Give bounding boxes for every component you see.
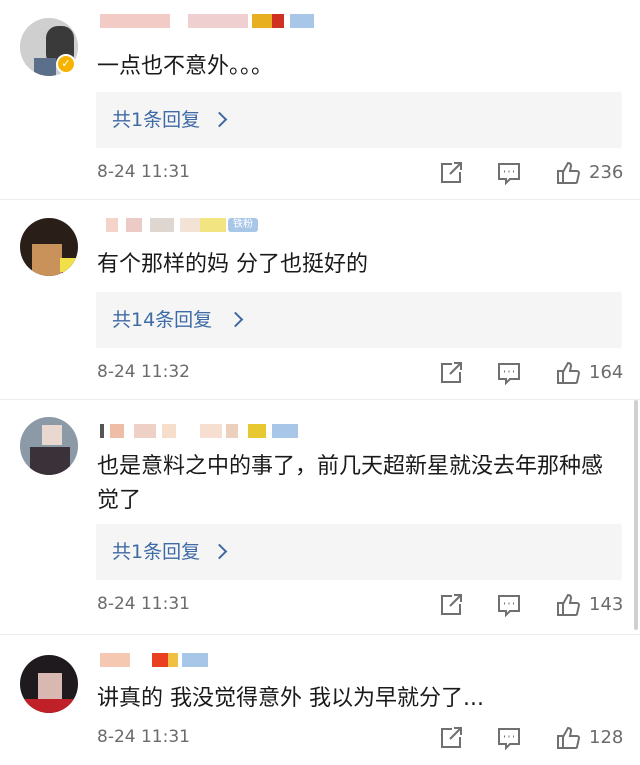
comment-text: 一点也不意外。。。	[97, 54, 274, 79]
comment-icon[interactable]	[496, 160, 522, 186]
username-mosaic[interactable]: 铁粉	[100, 218, 300, 242]
verified-badge-icon: ✓	[56, 54, 76, 74]
comment-meta: 8-24 11:31 128	[97, 725, 624, 755]
share-icon[interactable]	[438, 360, 464, 386]
scrollbar[interactable]	[634, 400, 638, 630]
chevron-right-icon	[211, 543, 228, 560]
comment-item: 也是意料之中的事了，前几天超新星就没去年那种感觉了 共1条回复 8-24 11:…	[0, 400, 640, 635]
chevron-right-icon	[227, 311, 244, 328]
thumbs-up-icon[interactable]	[555, 360, 581, 386]
replies-label: 共1条回复	[112, 541, 201, 563]
fan-badge: 铁粉	[228, 218, 258, 232]
comment-item: 铁粉 有个那样的妈 分了也挺好的 共14条回复 8-24 11:32 164	[0, 200, 640, 400]
thumbs-up-icon[interactable]	[555, 160, 581, 186]
comment-item: ✓ 一点也不意外。。。 共1条回复 8-24 11:31 236	[0, 0, 640, 200]
like-count: 128	[589, 727, 624, 748]
thumbs-up-icon[interactable]	[555, 725, 581, 751]
chevron-right-icon	[211, 111, 228, 128]
view-replies-button[interactable]: 共14条回复	[96, 292, 622, 348]
timestamp: 8-24 11:31	[97, 162, 190, 182]
avatar[interactable]	[20, 655, 78, 713]
comment-item: 讲真的 我没觉得意外 我以为早就分了... 8-24 11:31 128	[0, 635, 640, 765]
username-mosaic[interactable]	[100, 14, 320, 38]
comment-text: 有个那样的妈 分了也挺好的	[97, 252, 368, 277]
comment-icon[interactable]	[496, 360, 522, 386]
view-replies-button[interactable]: 共1条回复	[96, 524, 622, 580]
username-mosaic[interactable]	[100, 424, 310, 448]
avatar[interactable]	[20, 417, 78, 475]
like-count: 236	[589, 162, 624, 183]
timestamp: 8-24 11:31	[97, 727, 190, 747]
comment-meta: 8-24 11:31 236	[97, 160, 624, 190]
thumbs-up-icon[interactable]	[555, 592, 581, 618]
comment-text: 讲真的 我没觉得意外 我以为早就分了...	[97, 686, 484, 711]
like-count: 164	[589, 362, 624, 383]
comment-meta: 8-24 11:31 143	[97, 592, 624, 622]
like-count: 143	[589, 594, 624, 615]
timestamp: 8-24 11:32	[97, 362, 190, 382]
comment-icon[interactable]	[496, 592, 522, 618]
avatar[interactable]	[20, 218, 78, 276]
view-replies-button[interactable]: 共1条回复	[96, 92, 622, 148]
replies-label: 共1条回复	[112, 109, 201, 131]
comment-icon[interactable]	[496, 725, 522, 751]
share-icon[interactable]	[438, 725, 464, 751]
username-mosaic[interactable]	[100, 653, 220, 677]
share-icon[interactable]	[438, 160, 464, 186]
timestamp: 8-24 11:31	[97, 594, 190, 614]
replies-label: 共14条回复	[112, 309, 213, 331]
comment-meta: 8-24 11:32 164	[97, 360, 624, 390]
share-icon[interactable]	[438, 592, 464, 618]
comment-text: 也是意料之中的事了，前几天超新星就没去年那种感觉了	[97, 454, 604, 513]
